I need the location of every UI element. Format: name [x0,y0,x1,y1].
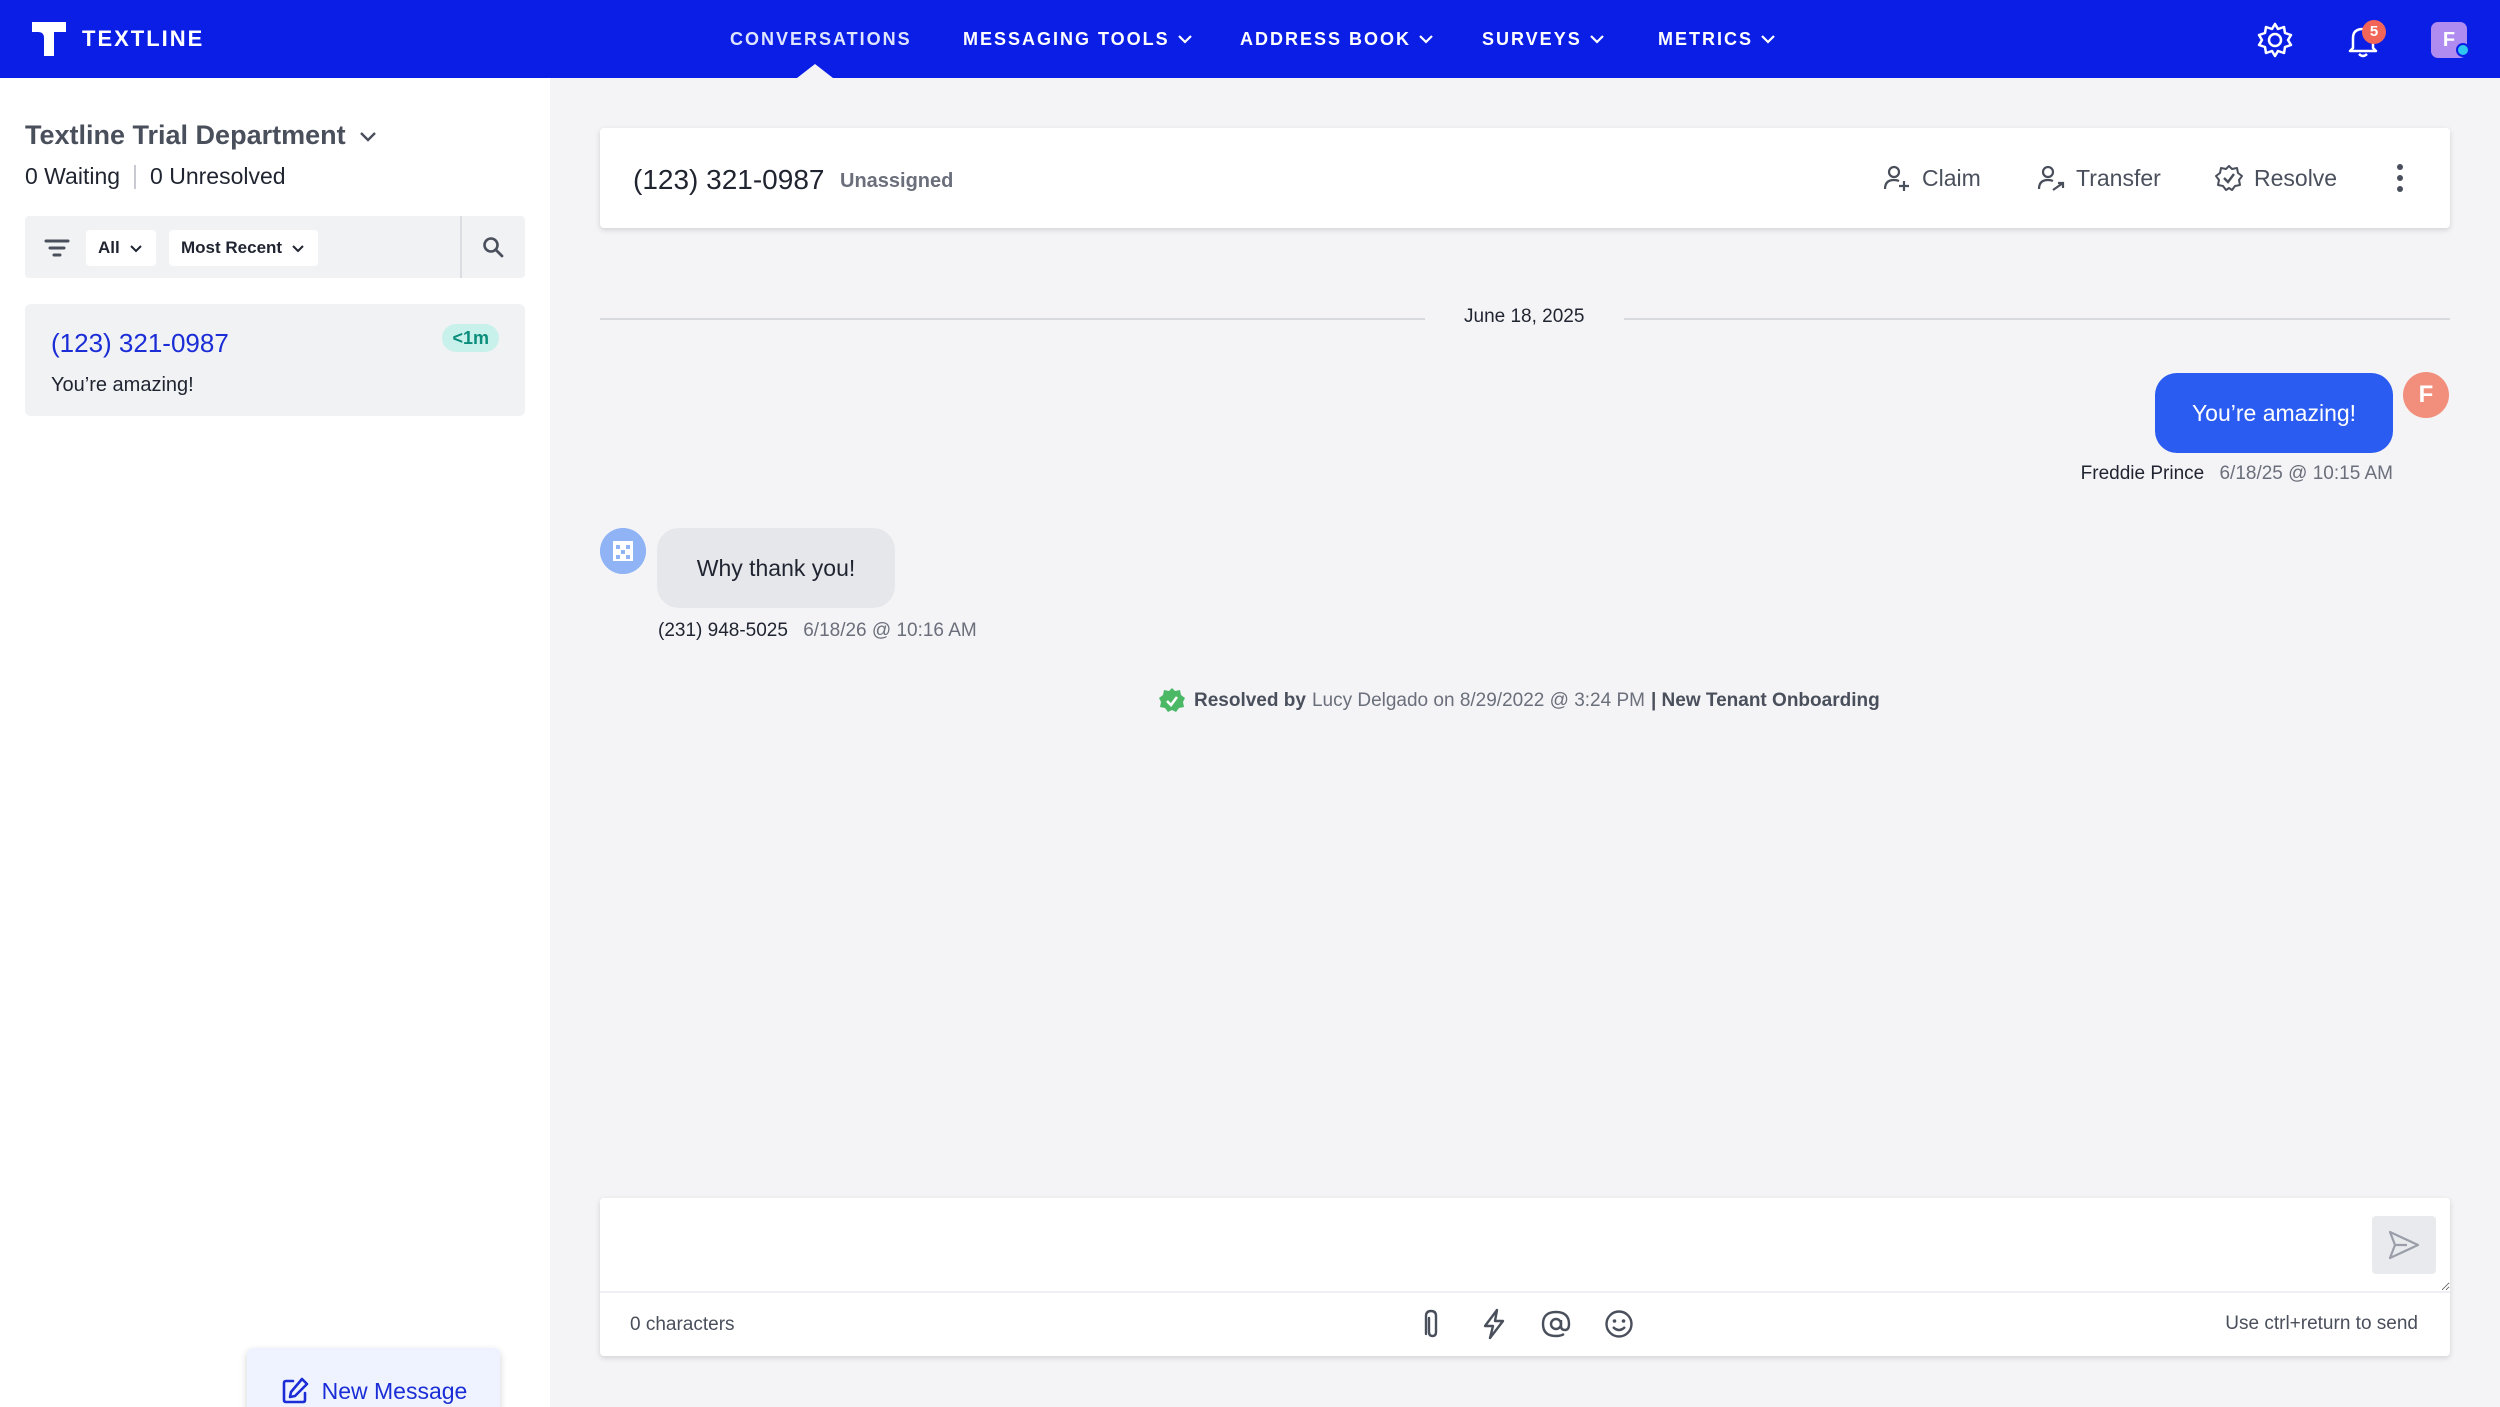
resolve-label: Resolve [2254,164,2338,191]
outgoing-message-meta: Freddie Prince 6/18/25 @ 10:15 AM [2081,463,2393,485]
conversation-preview: You’re amazing! [51,374,194,396]
divider [600,1291,2450,1293]
nav-conversations-label: CONVERSATIONS [730,28,912,49]
conversation-phone: (123) 321-0987 [51,328,229,358]
divider [134,164,137,189]
waiting-count: 0 Waiting [25,163,121,189]
divider [460,216,462,278]
nav-metrics[interactable]: METRICS [1658,0,1777,78]
conversation-title: (123) 321-0987 [633,164,825,195]
resolved-check-icon [1159,688,1185,712]
nav-address-book[interactable]: ADDRESS BOOK [1240,0,1435,78]
outgoing-message-bubble: You’re amazing! [2155,373,2393,453]
transfer-button[interactable]: Transfer [2036,160,2161,196]
resolved-prefix: Resolved by [1194,690,1306,711]
chevron-down-icon [359,131,376,142]
more-vertical-icon[interactable] [2385,160,2415,196]
conversation-header: (123) 321-0987 Unassigned Claim Transfer… [600,128,2450,228]
assignment-status: Unassigned [840,170,954,192]
unresolved-count: 0 Unresolved [150,163,286,189]
compose-icon [282,1377,308,1404]
sender-avatar: F [2403,372,2449,418]
sort-dropdown[interactable]: Most Recent [169,230,319,266]
mention-icon[interactable] [1538,1306,1574,1342]
claim-button[interactable]: Claim [1882,160,1981,196]
date-divider-line [600,318,1425,320]
search-icon[interactable] [480,234,506,260]
chevron-down-icon [130,245,142,253]
send-button[interactable] [2372,1216,2436,1274]
chevron-down-icon [1177,35,1192,44]
contact-avatar-icon [600,528,646,574]
user-transfer-icon [2037,165,2065,191]
date-divider-label: June 18, 2025 [1464,306,1585,327]
conversation-list-item[interactable]: (123) 321-0987 <1m You’re amazing! [25,304,525,416]
user-plus-icon [1883,165,1909,191]
nav-address-book-label: ADDRESS BOOK [1240,28,1412,49]
online-status-dot [2456,43,2470,57]
sort-value: Most Recent [181,238,283,257]
conversation-age-badge: <1m [442,324,499,352]
incoming-message-bubble: Why thank you! [657,528,895,608]
message-timestamp: 6/18/26 @ 10:16 AM [803,620,977,641]
send-shortcut-hint: Use ctrl+return to send [2225,1313,2418,1334]
nav-messaging-tools-label: MESSAGING TOOLS [963,28,1170,49]
message-composer: 0 characters Use ctrl+return to send [600,1198,2450,1356]
date-divider-line [1624,318,2450,320]
active-nav-indicator [797,64,833,78]
conversation-counts: 0 Waiting 0 Unresolved [25,163,286,190]
textline-logo-icon [32,22,66,56]
chevron-down-icon [1419,35,1433,44]
badge-check-icon [2215,165,2243,191]
paperclip-icon[interactable] [1413,1306,1449,1342]
send-icon [2388,1230,2420,1260]
filter-bar: All Most Recent [25,216,525,278]
resolved-tag: | New Tenant Onboarding [1650,690,1880,711]
transfer-label: Transfer [2076,164,2161,191]
new-message-button[interactable]: New Message [247,1348,500,1407]
message-timestamp: 6/18/25 @ 10:15 AM [2219,463,2393,484]
lightning-icon[interactable] [1476,1306,1512,1342]
status-filter-value: All [98,238,120,257]
gear-icon[interactable] [2255,20,2295,60]
claim-label: Claim [1922,164,1981,191]
app-name: TEXTLINE [82,26,205,51]
message-input[interactable] [600,1198,2450,1291]
department-name: Textline Trial Department [25,120,346,150]
resolution-event: Resolved by Lucy Delgado on 8/29/2022 @ … [1158,686,1880,716]
status-filter-dropdown[interactable]: All [86,230,156,266]
top-navigation: TEXTLINE CONVERSATIONS MESSAGING TOOLS A… [0,0,2500,78]
sender-phone: (231) 948-5025 [658,620,788,641]
filter-icon[interactable] [43,234,71,262]
notification-badge: 5 [2362,20,2386,44]
chevron-down-icon [1589,35,1604,44]
incoming-message-meta: (231) 948-5025 6/18/26 @ 10:16 AM [658,620,977,642]
character-count: 0 characters [630,1314,735,1335]
department-selector[interactable]: Textline Trial Department [25,120,380,151]
emoji-icon[interactable] [1601,1306,1637,1342]
sender-name: Freddie Prince [2080,463,2205,484]
resolve-button[interactable]: Resolve [2214,160,2337,196]
nav-surveys[interactable]: SURVEYS [1482,0,1606,78]
nav-metrics-label: METRICS [1658,28,1753,49]
nav-messaging-tools[interactable]: MESSAGING TOOLS [963,0,1194,78]
app-logo[interactable]: TEXTLINE [30,20,204,58]
conversation-sidebar: Textline Trial Department 0 Waiting 0 Un… [0,78,550,1407]
chevron-down-icon [292,245,304,253]
nav-surveys-label: SURVEYS [1482,28,1582,49]
new-message-label: New Message [321,1377,468,1404]
resolved-detail: Lucy Delgado on 8/29/2022 @ 3:24 PM [1311,690,1645,711]
chevron-down-icon [1761,35,1775,44]
